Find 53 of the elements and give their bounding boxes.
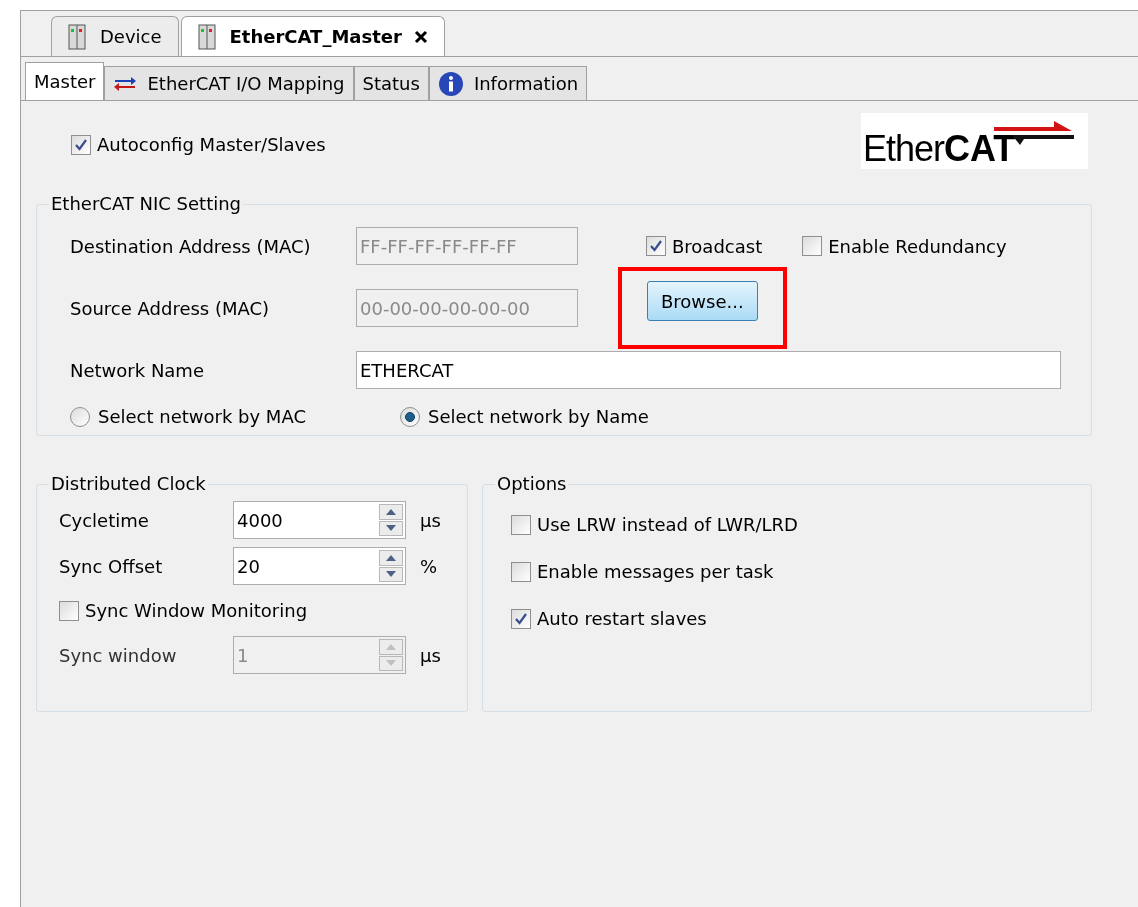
checkbox-label: Autoconfig Master/Slaves (97, 133, 326, 157)
text-field[interactable]: ETHERCAT (356, 351, 1061, 389)
spin-up-button[interactable] (379, 550, 403, 566)
field-label: Sync window (59, 643, 178, 668)
arrows-icon (113, 75, 138, 92)
document-tab[interactable]: Device (51, 16, 179, 56)
checkbox-label: Broadcast (672, 234, 763, 259)
tab[interactable]: Information (428, 66, 588, 100)
radio-label: Select network by MAC (98, 405, 306, 429)
unit-label: % (419, 554, 439, 579)
up-arrow-icon (386, 508, 396, 515)
info-icon (437, 70, 464, 97)
field-label: Source Address (MAC) (70, 296, 271, 321)
up-arrow-icon (386, 554, 396, 561)
down-arrow-icon (386, 525, 396, 532)
tab[interactable]: EtherCAT I/O Mapping (104, 66, 354, 100)
checkbox-label: Enable messages per task (537, 560, 774, 584)
document-tab[interactable]: EtherCAT_Master (180, 16, 445, 56)
field-label: Sync Offset (59, 554, 164, 579)
radio-button[interactable] (70, 406, 90, 427)
checkbox[interactable] (511, 608, 531, 629)
spin-down-button[interactable] (379, 566, 403, 582)
unit-label: µs (419, 643, 442, 668)
radio-button[interactable] (399, 406, 420, 427)
field-label: Destination Address (MAC) (70, 234, 312, 259)
tab[interactable]: Status (353, 66, 429, 100)
checkbox[interactable] (59, 600, 79, 621)
checkbox-label: Enable Redundancy (828, 234, 1007, 259)
spin-down-button[interactable] (379, 520, 403, 536)
down-arrow-icon (386, 660, 396, 667)
up-arrow-icon (386, 643, 396, 650)
spin-up-button[interactable] (379, 504, 403, 520)
checkbox[interactable] (511, 561, 531, 582)
device-icon (68, 22, 88, 51)
radio-label: Select network by Name (427, 405, 649, 429)
spin-field[interactable]: 20 (233, 547, 406, 585)
field-label: Cycletime (59, 508, 150, 533)
checkbox-label: Use LRW instead of LWR/LRD (537, 513, 798, 537)
checkbox[interactable] (802, 236, 823, 256)
field-label: Network Name (70, 358, 205, 383)
ethercat-logo: EtherCAT (861, 113, 1088, 169)
checkbox[interactable] (646, 236, 666, 256)
close-icon[interactable] (413, 29, 428, 44)
spin-field[interactable]: 4000 (233, 501, 406, 539)
unit-label: µs (419, 508, 442, 533)
checkbox[interactable] (511, 514, 531, 535)
down-arrow-icon (386, 571, 396, 578)
device-icon (197, 22, 218, 51)
tab[interactable]: Master (25, 62, 105, 100)
checkbox-label: Sync Window Monitoring (85, 599, 308, 623)
checkbox-label: Auto restart slaves (537, 607, 707, 631)
checkbox[interactable] (71, 134, 91, 155)
browse-button[interactable]: Browse... (647, 281, 758, 321)
